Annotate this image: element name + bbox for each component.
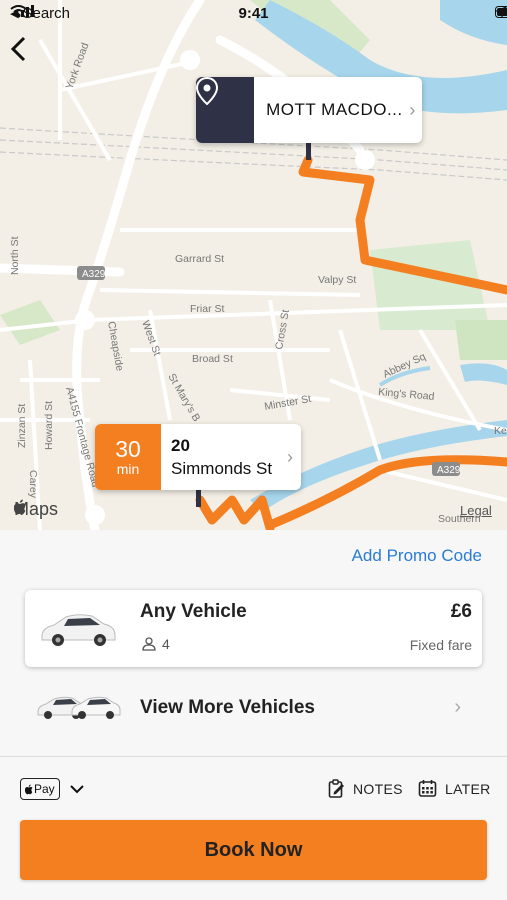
notes-icon — [328, 779, 344, 798]
destination-callout[interactable]: MOTT MACDO... › — [196, 77, 422, 143]
road-shield-label: A329 — [82, 269, 106, 280]
book-now-button[interactable]: Book Now — [20, 820, 487, 880]
vehicle-price: £6 — [450, 601, 472, 622]
pickup-address-line1: 20 — [171, 435, 190, 455]
apple-icon — [14, 499, 26, 515]
fare-type: Fixed fare — [409, 637, 472, 653]
notes-button[interactable]: NOTES — [328, 779, 403, 798]
eta-value: 30 — [115, 436, 141, 462]
road-shield-label: A329 — [437, 465, 461, 476]
street-label: Valpy St — [318, 274, 356, 286]
payment-method-selector[interactable]: Pay — [20, 778, 84, 800]
chevron-left-icon — [10, 36, 26, 62]
map-view[interactable]: York Road North St Garrard St Valpy St F… — [0, 0, 507, 530]
street-label: Zinzan St — [16, 404, 28, 448]
add-promo-code-link[interactable]: Add Promo Code — [352, 546, 482, 566]
back-button[interactable] — [10, 36, 40, 70]
calendar-icon — [418, 780, 437, 797]
car-icon — [41, 614, 116, 646]
chevron-right-icon: › — [287, 446, 293, 467]
vehicle-seats: 4 — [142, 636, 170, 652]
pickup-callout[interactable]: 30 min 20 Simmonds St › — [95, 424, 301, 490]
street-label: Friar St — [190, 303, 225, 315]
street-label: Howard St — [43, 401, 55, 450]
maps-logo: Maps — [14, 499, 58, 520]
pickup-address: 20 Simmonds St — [161, 436, 279, 479]
notes-label: NOTES — [353, 780, 403, 797]
cars-icon — [37, 696, 121, 719]
view-more-vehicles-row[interactable]: View More Vehicles › — [0, 682, 507, 734]
destination-pin-box — [196, 77, 255, 143]
person-icon — [142, 637, 156, 651]
payment-method-label: Pay — [34, 782, 55, 796]
status-bar: ◀ Search 9:41 — [0, 0, 507, 28]
vehicle-name: Any Vehicle — [140, 601, 247, 622]
view-more-vehicles-label: View More Vehicles — [140, 697, 315, 718]
street-label: Carey — [27, 470, 39, 499]
battery-icon — [495, 6, 507, 18]
chevron-right-icon: › — [409, 99, 416, 120]
later-label: LATER — [445, 780, 491, 797]
eta-unit: min — [116, 461, 140, 477]
location-pin-icon — [196, 77, 218, 105]
destination-name: MOTT MACDO... — [266, 100, 403, 119]
apple-icon — [25, 784, 33, 794]
apple-pay-badge: Pay — [20, 778, 60, 800]
pickup-address-line2: Simmonds St — [171, 458, 273, 478]
street-label: Broad St — [192, 353, 233, 365]
eta-box: 30 min — [95, 424, 161, 490]
street-label: Garrard St — [175, 253, 224, 265]
chevron-right-icon: › — [454, 696, 461, 718]
booking-sheet: Add Promo Code Any Vehicle 4 £6 Fixed fa… — [0, 530, 507, 900]
street-label: North St — [9, 236, 21, 275]
schedule-later-button[interactable]: LATER — [418, 779, 491, 798]
street-label: Kenn — [494, 425, 507, 437]
vehicle-option-card[interactable]: Any Vehicle 4 £6 Fixed fare — [25, 590, 482, 667]
status-time: 9:41 — [238, 5, 269, 22]
chevron-down-icon — [69, 784, 84, 793]
divider — [0, 756, 507, 757]
legal-link[interactable]: Legal — [460, 503, 492, 518]
seat-count: 4 — [162, 636, 170, 652]
